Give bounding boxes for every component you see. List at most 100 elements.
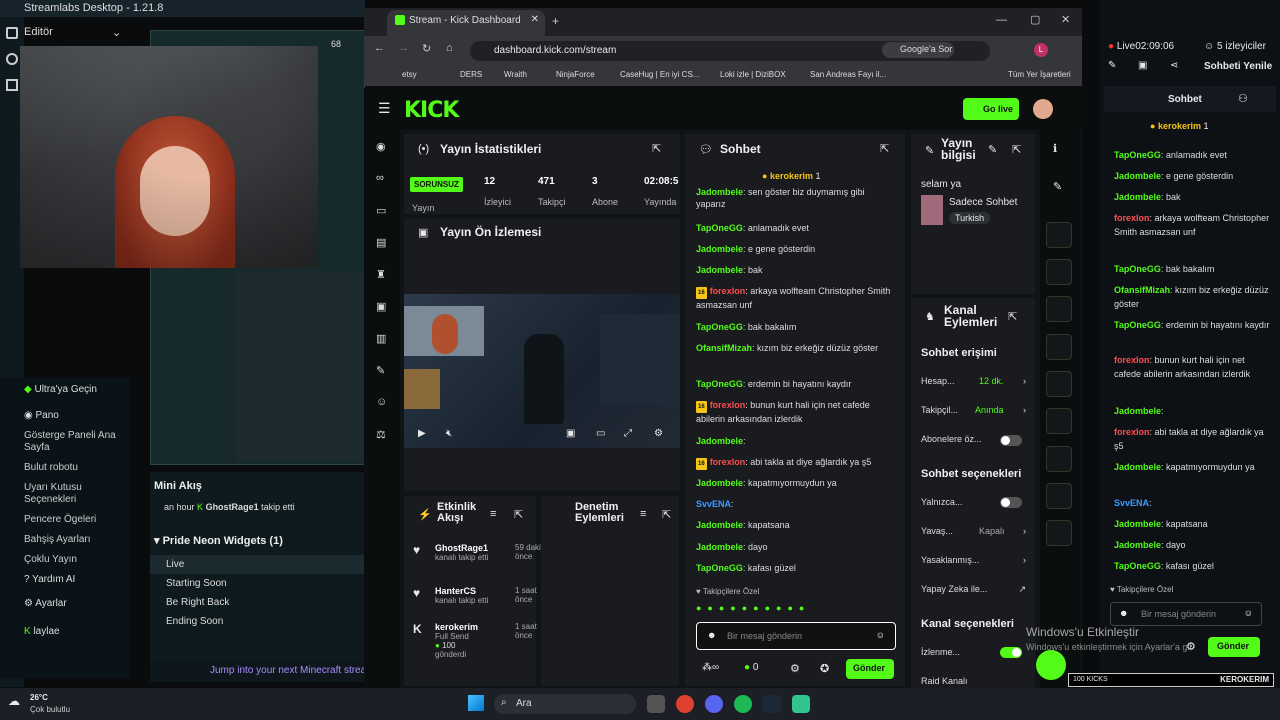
window-icon[interactable]: ▭ xyxy=(376,204,386,217)
chat-username[interactable]: Jadombele xyxy=(1114,171,1161,181)
popout-icon[interactable]: ⇱ xyxy=(662,508,671,521)
obs-send-button[interactable]: Gönder xyxy=(1208,637,1260,657)
scene-item[interactable]: Be Right Back xyxy=(150,593,365,612)
editor-dropdown[interactable]: Editör ⌄ xyxy=(24,26,128,39)
chat-username[interactable]: OfansifMizah xyxy=(1114,285,1170,295)
new-tab-button[interactable]: + xyxy=(552,14,559,28)
setting-row[interactable]: Takipçil... Anında › xyxy=(921,405,1026,415)
filter-icon[interactable]: ≡ xyxy=(490,508,496,520)
nav-tips[interactable]: Bahşiş Ayarları xyxy=(0,530,130,550)
home-icon[interactable]: ⌂ xyxy=(446,42,453,54)
play-icon[interactable]: ▶ xyxy=(418,428,426,439)
emoji-icon[interactable]: ☻ xyxy=(1119,608,1128,618)
nav-ultra[interactable]: ◆ Ultra'ya Geçin xyxy=(0,378,130,400)
watch-party-toggle[interactable] xyxy=(1000,647,1022,658)
chat-username[interactable]: Jadombele xyxy=(696,478,743,488)
weather-desc[interactable]: Çok bulutlu xyxy=(30,705,70,714)
bookmark-item[interactable]: CaseHug | En iyi CS... xyxy=(620,70,699,79)
chat-username[interactable]: TapOneGG xyxy=(696,563,743,573)
chat-username[interactable]: OfansifMizah xyxy=(696,343,752,353)
clip-button[interactable] xyxy=(1046,222,1072,248)
chat-username[interactable]: forexlon xyxy=(710,400,746,410)
layout-button[interactable] xyxy=(1046,408,1072,434)
streamlabs-icon[interactable] xyxy=(792,695,810,713)
bookmark-item[interactable]: DERS xyxy=(460,70,482,79)
profile-icon[interactable]: L xyxy=(1034,43,1048,57)
start-button[interactable] xyxy=(468,695,484,711)
notes-button[interactable] xyxy=(1046,296,1072,322)
video-icon[interactable]: ▣ xyxy=(376,300,386,313)
google-ask-button[interactable]: Google'a Sor xyxy=(882,42,954,58)
bookmark-item[interactable]: Loki izle | DiziBOX xyxy=(720,70,786,79)
chat-username[interactable]: Jadombele xyxy=(1114,462,1161,472)
avatar[interactable] xyxy=(1033,99,1053,119)
chat-username[interactable]: Jadombele xyxy=(1114,406,1161,416)
theater-icon[interactable]: ▭ xyxy=(596,428,605,439)
window-close-button[interactable]: ✕ xyxy=(1061,13,1070,26)
mod-icon[interactable]: ⚖ xyxy=(376,428,386,441)
chat-username[interactable]: SvvENA xyxy=(696,499,731,509)
stream-preview-video[interactable] xyxy=(404,294,680,448)
discord-icon[interactable] xyxy=(705,695,723,713)
pip-icon[interactable]: ▣ xyxy=(566,428,575,439)
back-icon[interactable]: ← xyxy=(374,42,385,54)
infinity-icon[interactable]: ⁂∞ xyxy=(702,662,719,673)
chat-username[interactable]: TapOneGG xyxy=(1114,264,1161,274)
kick-float-icon[interactable] xyxy=(1036,650,1066,680)
scene-item[interactable]: Ending Soon xyxy=(150,612,365,631)
diamond-button[interactable] xyxy=(1046,520,1072,546)
bolt-button[interactable] xyxy=(1046,259,1072,285)
chat-username[interactable]: forexlon xyxy=(1114,427,1150,437)
link-icon[interactable]: ∞ xyxy=(376,172,384,184)
gear-icon[interactable]: ⚙ xyxy=(790,662,800,675)
setting-row[interactable]: Hesap... 12 dk. › xyxy=(921,376,1026,386)
maximize-button[interactable]: ▢ xyxy=(1030,13,1040,26)
chat-button[interactable] xyxy=(1046,334,1072,360)
bookmark-item[interactable]: San Andreas Fayı il... xyxy=(810,70,886,79)
emote-only-toggle[interactable] xyxy=(1000,497,1022,508)
steam-icon[interactable] xyxy=(763,695,781,713)
editor-icon[interactable] xyxy=(6,27,18,39)
mod-shield-icon[interactable]: ✪ xyxy=(820,662,829,675)
chat-username[interactable]: Jadombele xyxy=(696,436,743,446)
setting-row[interactable]: Yapay Zeka ile... ↗ xyxy=(921,584,1026,594)
scene-item[interactable]: Starting Soon xyxy=(150,574,365,593)
chat-username[interactable]: SvvENA xyxy=(1114,498,1149,508)
wrench-button[interactable] xyxy=(1046,446,1072,472)
chat-username[interactable]: Jadombele xyxy=(1114,192,1161,202)
tools-icon[interactable] xyxy=(6,53,18,65)
kicks-counter[interactable]: ● 0 xyxy=(744,662,758,673)
popout-icon[interactable]: ⇱ xyxy=(1012,143,1021,156)
bookmark-item[interactable]: etsy xyxy=(402,70,417,79)
nav-settings[interactable]: ⚙ Ayarlar xyxy=(0,594,130,614)
setting-row[interactable]: Raid Kanalı xyxy=(921,676,1026,686)
chat-username[interactable]: forexlon xyxy=(1114,213,1150,223)
chat-username[interactable]: TapOneGG xyxy=(1114,561,1161,571)
info-icon[interactable]: ℹ xyxy=(1053,142,1057,155)
chat-input[interactable]: ☻ Bir mesaj gönderin ☺ xyxy=(696,622,896,650)
popout-icon[interactable]: ⇱ xyxy=(514,508,523,521)
send-button[interactable]: Gönder xyxy=(846,659,894,679)
subs-only-toggle[interactable] xyxy=(1000,435,1022,446)
nav-pano[interactable]: ◉ Pano xyxy=(0,406,130,426)
chat-username[interactable]: TapOneGG xyxy=(696,379,743,389)
settings-icon[interactable]: ⚙ xyxy=(654,428,663,439)
emoji-icon[interactable]: ☻ xyxy=(707,630,716,640)
chat-username[interactable]: forexlon xyxy=(710,286,746,296)
chat-username[interactable]: Jadombele xyxy=(696,265,743,275)
forward-icon[interactable]: → xyxy=(398,42,409,54)
kick-logo[interactable]: KICK xyxy=(404,98,459,123)
trophy-icon[interactable]: ♜ xyxy=(376,268,386,281)
taskbar-search[interactable]: ⌕ Ara xyxy=(494,694,636,714)
spotify-icon[interactable] xyxy=(734,695,752,713)
chat-username[interactable]: forexlon xyxy=(710,457,746,467)
widgets-title[interactable]: ▾ Pride Neon Widgets (1) xyxy=(150,526,365,555)
refresh-chat-button[interactable]: Sohbeti Yenile xyxy=(1204,61,1272,72)
chrome-icon[interactable] xyxy=(676,695,694,713)
add-user-icon[interactable]: ⚇ xyxy=(1238,92,1248,105)
nav-widgets[interactable]: Pencere Ögeleri xyxy=(0,510,130,530)
nav-multistream[interactable]: Çoklu Yayın xyxy=(0,550,130,570)
fullscreen-icon[interactable]: ⤢ xyxy=(624,428,632,439)
chat-username[interactable]: Jadombele xyxy=(696,542,743,552)
nav-dashboard-home[interactable]: Gösterge Paneli Ana Sayfa xyxy=(0,426,130,458)
